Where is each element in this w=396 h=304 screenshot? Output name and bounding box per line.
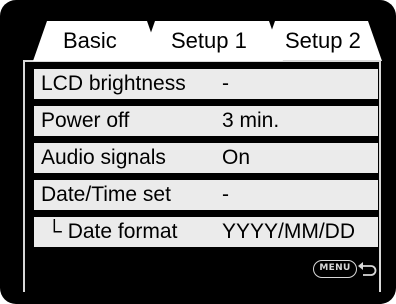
tab-label: Basic <box>63 28 117 53</box>
menu-row-value: YYYY/MM/DD <box>222 220 356 243</box>
menu-row-date-format[interactable]: └ Date format YYYY/MM/DD <box>34 217 378 247</box>
menu-row-label: Power off <box>41 109 130 132</box>
menu-row-power-off[interactable]: Power off 3 min. <box>34 106 378 136</box>
tab-basic[interactable]: Basic <box>33 21 161 61</box>
menu-row-value: - <box>222 183 229 206</box>
menu-row-value: - <box>222 72 229 95</box>
tab-label: Setup 2 <box>285 28 361 53</box>
menu-row-label: └ Date format <box>47 220 178 243</box>
menu-row-value: On <box>222 146 251 169</box>
menu-button-badge[interactable]: MENU <box>313 260 357 278</box>
tab-bar: Setup 2 Setup 1 Basic <box>0 0 396 62</box>
menu-row-label: LCD brightness <box>41 72 186 95</box>
menu-row-label: Audio signals <box>41 146 166 169</box>
menu-row-label: Date/Time set <box>41 183 171 206</box>
menu-row-lcd-brightness[interactable]: LCD brightness - <box>34 69 378 99</box>
camera-menu-screen: Setup 2 Setup 1 Basic LCD brightness - P… <box>0 0 396 304</box>
menu-row-audio-signals[interactable]: Audio signals On <box>34 143 378 173</box>
menu-row-date-time-set[interactable]: Date/Time set - <box>34 180 378 210</box>
menu-row-value: 3 min. <box>222 109 280 132</box>
tab-setup-1[interactable]: Setup 1 <box>141 21 283 61</box>
return-arrow-icon[interactable] <box>356 258 378 280</box>
tab-label: Setup 1 <box>171 28 247 53</box>
